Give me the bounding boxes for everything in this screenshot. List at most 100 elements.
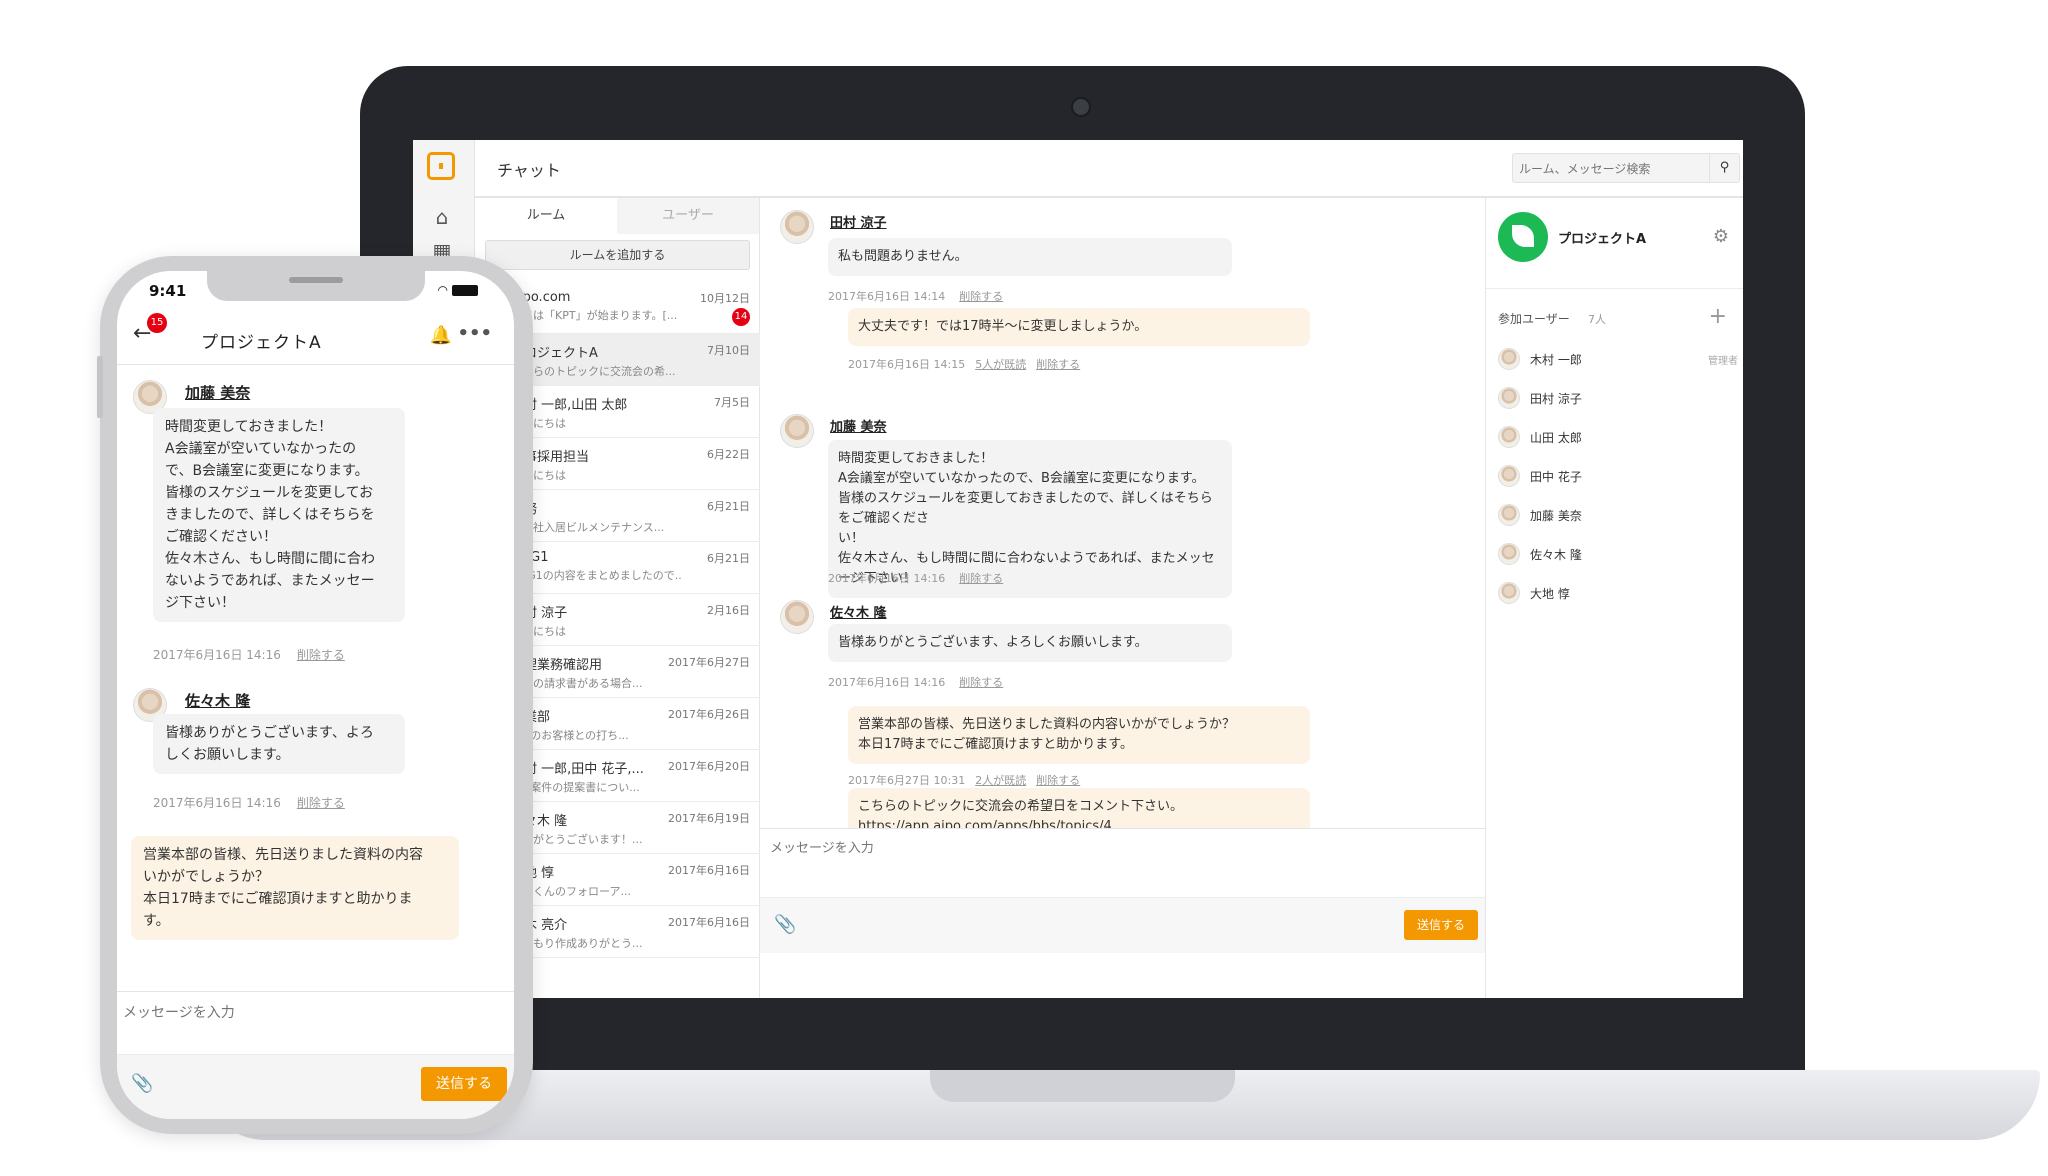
search-box: ⚲ bbox=[1512, 153, 1740, 183]
laptop-camera bbox=[1071, 97, 1091, 117]
message-time: 2017年6月16日 14:16 bbox=[153, 648, 281, 662]
message-line: 皆様のスケジュールを変更してお bbox=[165, 485, 374, 501]
room-preview: こんにちは bbox=[511, 625, 566, 638]
message-author[interactable]: 佐々木 隆 bbox=[830, 602, 887, 621]
member-item[interactable]: 佐々木 隆 bbox=[1498, 543, 1738, 582]
delete-link[interactable]: 削除する bbox=[959, 676, 1003, 689]
laptop-base-notch bbox=[930, 1070, 1235, 1102]
message-bubble: 皆様ありがとうございます、よろ しくお願いします。 bbox=[153, 714, 405, 774]
paperclip-icon[interactable]: 📎 bbox=[131, 1073, 153, 1094]
room-date: 2017年6月26日 bbox=[668, 708, 750, 721]
delete-link[interactable]: 削除する bbox=[1036, 358, 1080, 371]
message-author[interactable]: 佐々木 隆 bbox=[185, 690, 250, 711]
member-name: 大地 惇 bbox=[1530, 587, 1570, 601]
message-text: 私も問題ありません。 bbox=[838, 249, 968, 264]
read-count-link[interactable]: 5人が既読 bbox=[975, 358, 1026, 371]
member-item[interactable]: 木村 一郎 管理者 bbox=[1498, 348, 1738, 387]
message-line: 皆様のスケジュールを変更しておきましたので、詳しくはそちらをご確認くださ bbox=[838, 491, 1213, 526]
room-preview: 見積もり作成ありがとう... bbox=[511, 937, 643, 950]
avatar[interactable] bbox=[780, 414, 814, 448]
room-date: 6月21日 bbox=[707, 500, 750, 513]
message-meta: 2017年6月16日 14:14 削除する bbox=[828, 288, 1003, 304]
phone-room-title: プロジェクトA bbox=[201, 333, 322, 353]
home-icon[interactable]: ⌂ bbox=[429, 204, 455, 230]
message-author[interactable]: 加藤 美奈 bbox=[830, 416, 887, 435]
member-role: 管理者 bbox=[1708, 356, 1738, 367]
send-button[interactable]: 送信する bbox=[421, 1067, 507, 1101]
avatar[interactable] bbox=[780, 210, 814, 244]
member-item[interactable]: 加藤 美奈 bbox=[1498, 504, 1738, 543]
more-icon[interactable]: ••• bbox=[457, 323, 492, 344]
avatar bbox=[1498, 348, 1520, 370]
message-author[interactable]: 田村 涼子 bbox=[830, 212, 887, 231]
room-info-panel: プロジェクトA ⚙ 参加ユーザー 7人 + 木村 一郎 管理者 田村 涼子 山田 太郎… bbox=[1485, 198, 1743, 998]
search-icon: ⚲ bbox=[1719, 160, 1730, 175]
message-line: 佐々木さん、もし時間に間に合わ bbox=[165, 551, 375, 567]
gear-icon[interactable]: ⚙ bbox=[1713, 226, 1729, 247]
tab-rooms[interactable]: ルーム bbox=[475, 198, 617, 234]
member-item[interactable]: 山田 太郎 bbox=[1498, 426, 1738, 465]
room-date: 2017年6月16日 bbox=[668, 916, 750, 929]
member-item[interactable]: 田村 涼子 bbox=[1498, 387, 1738, 426]
message-line: 本日17時までにご確認頂けますと助かりま bbox=[143, 891, 413, 907]
room-preview: こちらのトピックに交流会の希... bbox=[511, 365, 676, 378]
message-line: ないようであれば、またメッセー bbox=[165, 573, 375, 589]
phone-header: ← 15 プロジェクトA 🔔 ••• bbox=[117, 311, 514, 365]
wifi-icon: ◠ bbox=[437, 283, 448, 297]
message-list: 田村 涼子 私も問題ありません。 2017年6月16日 14:14 削除する 大丈… bbox=[760, 198, 1485, 828]
message-meta: 2017年6月27日 10:31 2人が既読 削除する bbox=[848, 772, 1080, 788]
message-line: 皆様ありがとうございます、よろ bbox=[165, 725, 374, 741]
message-bubble: 営業本部の皆様、先日送りました資料の内容いかがでしょうか？ 本日17時までにご確… bbox=[848, 706, 1310, 764]
room-date: 2017年6月20日 bbox=[668, 760, 750, 773]
delete-link[interactable]: 削除する bbox=[959, 572, 1003, 585]
avatar bbox=[1498, 465, 1520, 487]
room-name: aipo.com bbox=[511, 290, 571, 305]
member-name: 山田 太郎 bbox=[1530, 431, 1582, 445]
unread-badge: 15 bbox=[147, 313, 167, 333]
message-meta: 2017年6月16日 14:16 削除する bbox=[153, 794, 345, 811]
room-name: 田村 涼子 bbox=[511, 606, 568, 621]
message-bubble: 私も問題ありません。 bbox=[828, 238, 1232, 276]
status-icons: ◠ bbox=[438, 283, 478, 297]
message-time: 2017年6月16日 14:14 bbox=[828, 290, 946, 303]
room-name: 鈴木 亮介 bbox=[511, 918, 568, 933]
room-name: 営業部 bbox=[511, 706, 661, 725]
room-preview: 日本社入居ビルメンテナンス... bbox=[511, 521, 665, 534]
message-input[interactable] bbox=[770, 837, 1470, 887]
paperclip-icon[interactable]: 📎 bbox=[774, 914, 796, 935]
room-name: 大地 惇 bbox=[511, 866, 555, 881]
delete-link[interactable]: 削除する bbox=[297, 796, 345, 810]
message-input[interactable] bbox=[123, 1002, 503, 1042]
message-time: 2017年6月16日 14:16 bbox=[828, 572, 946, 585]
read-count-link[interactable]: 2人が既読 bbox=[975, 774, 1026, 787]
message-line: 営業本部の皆様、先日送りました資料の内容いかがでしょうか？ bbox=[858, 717, 1236, 732]
delete-link[interactable]: 削除する bbox=[959, 290, 1003, 303]
avatar[interactable] bbox=[780, 600, 814, 634]
send-button[interactable]: 送信する bbox=[1404, 910, 1478, 940]
room-preview: ○○案件の提案書につい... bbox=[511, 781, 640, 794]
message-line: ご確認ください！ bbox=[165, 529, 277, 545]
message-line: 本日17時までにご確認頂けますと助かります。 bbox=[858, 737, 1133, 752]
member-name: 田中 花子 bbox=[1530, 470, 1582, 484]
tab-users[interactable]: ユーザー bbox=[617, 198, 759, 234]
add-room-button[interactable]: ルームを追加する bbox=[485, 240, 750, 270]
member-name: 田村 涼子 bbox=[1530, 392, 1582, 406]
bell-icon[interactable]: 🔔 bbox=[430, 325, 452, 346]
delete-link[interactable]: 削除する bbox=[1036, 774, 1080, 787]
message-bubble: 営業本部の皆様、先日送りました資料の内容 いかがでしょうか？ 本日17時までにご… bbox=[131, 836, 459, 940]
room-preview: こんにちは bbox=[511, 417, 566, 430]
room-preview: こんにちは bbox=[511, 469, 566, 482]
desktop-app-screen: ⌂ ▦ チャット ⚲ ルーム ユーザー ルームを追加する aipo.com今日は… bbox=[413, 140, 1743, 998]
member-item[interactable]: 大地 惇 bbox=[1498, 582, 1738, 621]
message-author[interactable]: 加藤 美奈 bbox=[185, 382, 250, 403]
plus-icon[interactable]: + bbox=[1709, 304, 1727, 329]
search-button[interactable]: ⚲ bbox=[1709, 154, 1739, 182]
room-date: 6月21日 bbox=[707, 552, 750, 565]
aipo-logo-icon[interactable] bbox=[427, 152, 455, 180]
search-input[interactable] bbox=[1519, 159, 1699, 179]
room-date: 2017年6月27日 bbox=[668, 656, 750, 669]
message-link[interactable]: https://app.aipo.com/apps/bbs/topics/4 bbox=[858, 819, 1112, 828]
composer-toolbar: 📎 送信する bbox=[117, 1054, 514, 1119]
delete-link[interactable]: 削除する bbox=[297, 648, 345, 662]
member-item[interactable]: 田中 花子 bbox=[1498, 465, 1738, 504]
